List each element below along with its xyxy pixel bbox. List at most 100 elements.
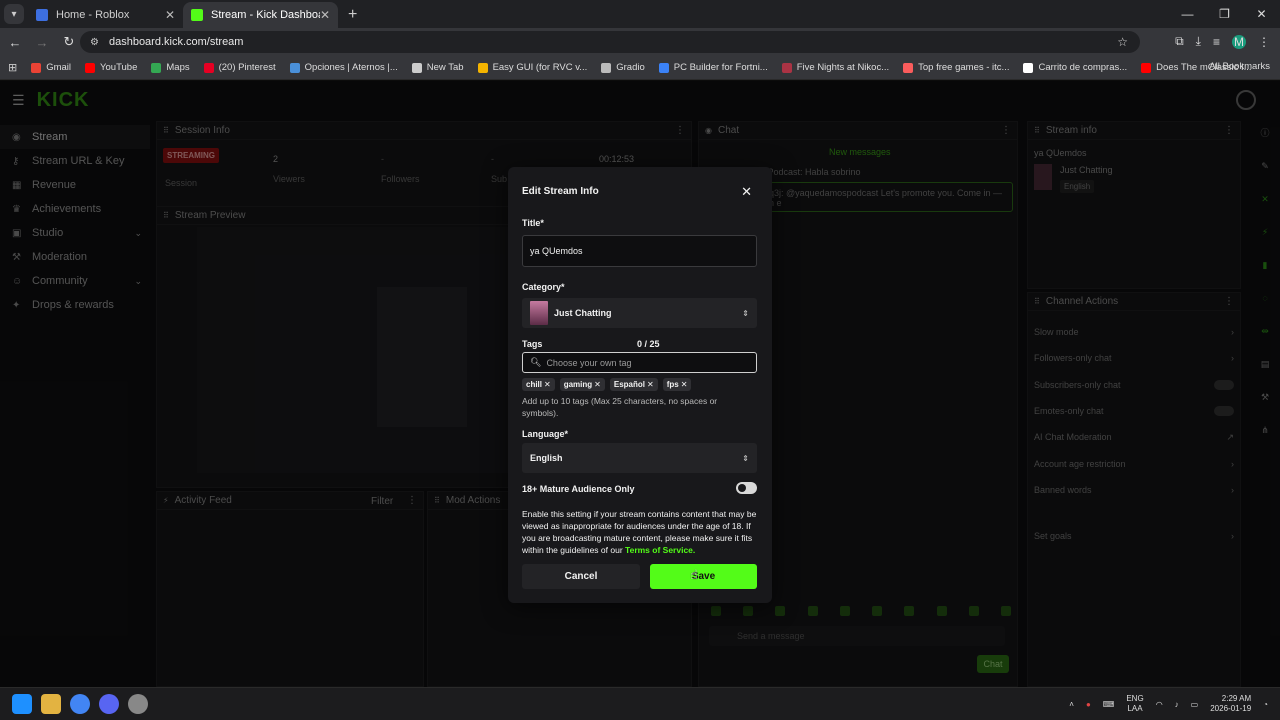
discord-icon[interactable] [99, 694, 119, 714]
mature-setting-row: 18+ Mature Audience Only [522, 482, 757, 494]
cancel-button[interactable]: Cancel [522, 564, 640, 589]
bookmark-item[interactable]: New Tab [411, 62, 464, 73]
title-input[interactable]: ya QUemdos [522, 235, 757, 267]
browser-tab-kick[interactable]: Stream - Kick Dashboard ✕ [183, 2, 338, 28]
settings-gear-icon[interactable] [128, 694, 148, 714]
microphone-icon[interactable]: ● [1086, 700, 1091, 709]
menu-kebab-icon[interactable]: ⋮ [1258, 35, 1270, 49]
download-icon[interactable]: ⤓ [1196, 34, 1201, 49]
bookmark-favicon-icon [903, 62, 914, 73]
bookmark-item[interactable]: Maps [151, 62, 190, 73]
close-window-icon[interactable]: ✕ [1243, 0, 1280, 28]
media-icon[interactable]: ≡ [1213, 35, 1220, 49]
windows-start-icon[interactable] [12, 694, 32, 714]
extensions-icon[interactable]: ⧉ [1175, 34, 1184, 49]
bookmark-item[interactable]: Gradio [601, 62, 645, 73]
browser-tab-strip: ▾ Home - Roblox ✕ Stream - Kick Dashboar… [0, 0, 1280, 28]
lang-layout: LAA [1127, 704, 1143, 713]
tab-search-icon[interactable]: ▾ [4, 4, 24, 24]
tag-chip: Español ✕ [609, 378, 658, 391]
address-bar[interactable]: ⚙ dashboard.kick.com/stream ☆ [80, 31, 1140, 53]
bookmark-label: Five Nights at Nikoc... [796, 62, 890, 73]
tab-title: Home - Roblox [56, 9, 130, 21]
bookmark-item[interactable]: Five Nights at Nikoc... [781, 62, 890, 73]
language-value: English [530, 453, 563, 463]
bookmark-favicon-icon [601, 62, 612, 73]
tag-search-input[interactable]: 🔍︎ Choose your own tag [522, 352, 757, 373]
bookmark-star-icon[interactable]: ☆ [1117, 35, 1128, 49]
clock-time: 2:29 AM [1221, 694, 1252, 703]
chevron-up-icon[interactable]: ˄ [1069, 700, 1074, 709]
tags-label: Tags [522, 339, 543, 349]
url-text: dashboard.kick.com/stream [108, 36, 244, 48]
bookmark-label: Gmail [46, 62, 72, 73]
reload-icon[interactable]: ↻ [57, 34, 81, 50]
remove-tag-icon[interactable]: ✕ [647, 380, 654, 389]
close-tab-icon[interactable]: ✕ [320, 8, 330, 22]
bookmark-item[interactable]: Carrito de compras... [1023, 62, 1127, 73]
bookmark-item[interactable]: YouTube [85, 62, 137, 73]
mouse-cursor-icon: ☝ [690, 567, 698, 582]
tag-chip: gaming ✕ [559, 378, 605, 391]
toolbar-actions: ⧉ ⤓ ≡ M ⋮ [1175, 34, 1270, 49]
bookmark-item[interactable]: Easy GUI (for RVC v... [477, 62, 587, 73]
apps-grid-icon[interactable]: ⊞ [8, 61, 17, 74]
language-select[interactable]: English ⇕ [522, 443, 757, 473]
battery-icon[interactable]: ▭ [1191, 700, 1199, 709]
bookmark-item[interactable]: PC Builder for Fortni... [658, 62, 768, 73]
modal-title: Edit Stream Info [522, 186, 599, 197]
remove-tag-icon[interactable]: ✕ [681, 380, 688, 389]
forward-icon[interactable]: → [30, 35, 54, 50]
file-explorer-icon[interactable] [41, 694, 61, 714]
tag-placeholder: Choose your own tag [546, 357, 632, 368]
chrome-icon[interactable] [70, 694, 90, 714]
mature-label: 18+ Mature Audience Only [522, 484, 635, 494]
browser-tab-roblox[interactable]: Home - Roblox ✕ [28, 2, 183, 28]
site-info-icon[interactable]: ⚙ [90, 37, 99, 48]
minimize-icon[interactable]: — [1169, 0, 1206, 28]
language-label: Language* [522, 429, 569, 439]
bookmark-favicon-icon [289, 62, 300, 73]
tags-counter: 0 / 25 [637, 339, 660, 349]
mature-toggle[interactable] [736, 482, 757, 494]
kick-favicon-icon [191, 9, 203, 21]
edit-stream-info-modal: Edit Stream Info ✕ Title* ya QUemdos Cat… [508, 167, 772, 603]
back-icon[interactable]: ← [3, 35, 27, 50]
remove-tag-icon[interactable]: ✕ [594, 380, 601, 389]
profile-avatar[interactable]: M [1232, 34, 1246, 49]
all-bookmarks[interactable]: All Bookmarks [1209, 61, 1270, 72]
close-tab-icon[interactable]: ✕ [165, 8, 175, 22]
bookmark-list: Gmail YouTube Maps (20) Pinterest Opciones |… [31, 62, 1265, 73]
language-indicator[interactable]: ENG LAA [1126, 694, 1143, 714]
taskbar-apps [12, 694, 148, 714]
window-controls: — ❐ ✕ [1169, 0, 1280, 28]
bookmark-item[interactable]: Top free games - itc... [903, 62, 1009, 73]
system-clock[interactable]: 2:29 AM 2026-01-19 [1210, 694, 1251, 714]
browser-toolbar: ← → ↻ ⚙ dashboard.kick.com/stream ☆ ⧉ ⤓ … [0, 28, 1280, 56]
save-button[interactable]: Save [650, 564, 757, 589]
bookmark-item[interactable]: Gmail [31, 62, 71, 73]
volume-icon[interactable]: ♪ [1175, 700, 1179, 709]
bookmark-label: Maps [166, 62, 190, 73]
category-value: Just Chatting [554, 308, 612, 318]
bookmark-favicon-icon [85, 62, 96, 73]
bookmark-item[interactable]: Opciones | Aternos |... [289, 62, 398, 73]
keyboard-icon[interactable]: ⌨ [1103, 700, 1115, 709]
bookmark-label: New Tab [426, 62, 464, 73]
maximize-icon[interactable]: ❐ [1206, 0, 1243, 28]
close-icon[interactable]: ✕ [741, 184, 752, 200]
wifi-icon[interactable]: ◠ [1156, 700, 1163, 709]
terms-of-service-link[interactable]: Terms of Service. [625, 545, 695, 555]
new-tab-icon[interactable]: + [348, 6, 357, 24]
tag-list: chill ✕ gaming ✕ Español ✕ fps ✕ [522, 378, 692, 391]
notification-bell-icon[interactable]: ◔ [1263, 700, 1268, 709]
tags-help-text: Add up to 10 tags (Max 25 characters, no… [522, 396, 718, 418]
bookmark-favicon-icon [411, 62, 422, 73]
bookmark-favicon-icon [203, 62, 214, 73]
category-select[interactable]: Just Chatting ⇕ [522, 298, 757, 328]
bookmark-favicon-icon [151, 62, 162, 73]
bookmark-item[interactable]: (20) Pinterest [203, 62, 276, 73]
tag-label: chill [526, 380, 543, 389]
remove-tag-icon[interactable]: ✕ [544, 380, 551, 389]
bookmark-favicon-icon [1141, 62, 1152, 73]
